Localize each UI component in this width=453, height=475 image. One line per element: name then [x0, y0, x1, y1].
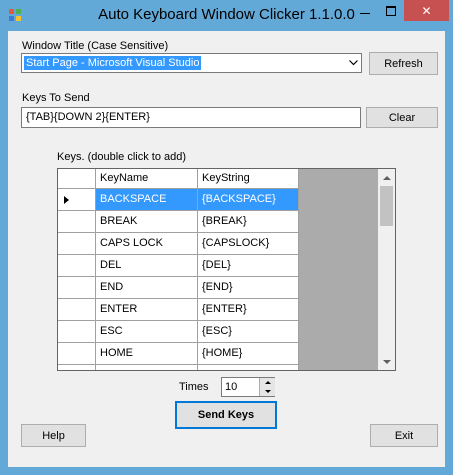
- keystring-cell: [198, 365, 299, 370]
- table-row[interactable]: BACKSPACE {BACKSPACE}: [58, 189, 299, 211]
- keyname-cell[interactable]: HOME: [96, 343, 198, 365]
- increment-button[interactable]: [259, 378, 275, 387]
- table-row[interactable]: ESC {ESC}: [58, 321, 299, 343]
- current-row-pointer-icon: [64, 196, 69, 204]
- keystring-cell[interactable]: {HOME}: [198, 343, 299, 365]
- window-frame-left: [0, 31, 8, 467]
- column-header-keystring[interactable]: KeyString: [198, 169, 299, 189]
- grid-header-row: KeyName KeyString: [58, 169, 299, 189]
- times-numeric-input[interactable]: 10: [221, 377, 275, 397]
- keystring-cell[interactable]: {ESC}: [198, 321, 299, 343]
- keyname-cell[interactable]: END: [96, 277, 198, 299]
- spin-up-icon: [264, 381, 271, 384]
- row-header[interactable]: [58, 189, 96, 211]
- table-row-partial: [58, 365, 299, 370]
- minimize-icon: [360, 13, 370, 14]
- minimize-button[interactable]: [352, 0, 378, 21]
- scroll-up-icon: [382, 175, 391, 180]
- refresh-button[interactable]: Refresh: [369, 52, 438, 75]
- keyname-cell[interactable]: DEL: [96, 255, 198, 277]
- keystring-cell[interactable]: {BACKSPACE}: [198, 189, 299, 211]
- help-button[interactable]: Help: [21, 424, 86, 447]
- keystring-cell[interactable]: {ENTER}: [198, 299, 299, 321]
- keyname-cell[interactable]: BREAK: [96, 211, 198, 233]
- window-title-selected-value: Start Page - Microsoft Visual Studio: [24, 56, 202, 70]
- table-row[interactable]: CAPS LOCK {CAPSLOCK}: [58, 233, 299, 255]
- keyname-cell[interactable]: BACKSPACE: [96, 189, 198, 211]
- keystring-cell[interactable]: {CAPSLOCK}: [198, 233, 299, 255]
- keyname-cell: [96, 365, 198, 370]
- keys-grid-label: Keys. (double click to add): [57, 151, 187, 163]
- times-value[interactable]: 10: [225, 381, 237, 393]
- row-header: [58, 365, 96, 370]
- close-icon: ✕: [421, 3, 432, 18]
- keys-to-send-label: Keys To Send: [22, 92, 90, 104]
- keys-to-send-input[interactable]: {TAB}{DOWN 2}{ENTER}: [21, 107, 361, 128]
- scroll-thumb[interactable]: [380, 186, 393, 226]
- column-header-keyname[interactable]: KeyName: [96, 169, 198, 189]
- scroll-down-icon: [382, 359, 391, 364]
- scroll-up-button[interactable]: [378, 169, 395, 186]
- table-row[interactable]: END {END}: [58, 277, 299, 299]
- row-header[interactable]: [58, 343, 96, 365]
- maximize-button[interactable]: [378, 0, 404, 21]
- keyname-cell[interactable]: ENTER: [96, 299, 198, 321]
- keystring-cell[interactable]: {END}: [198, 277, 299, 299]
- row-header[interactable]: [58, 299, 96, 321]
- decrement-button[interactable]: [259, 387, 275, 396]
- row-header[interactable]: [58, 255, 96, 277]
- row-header[interactable]: [58, 321, 96, 343]
- keystring-cell[interactable]: {DEL}: [198, 255, 299, 277]
- table-row[interactable]: ENTER {ENTER}: [58, 299, 299, 321]
- table-row[interactable]: DEL {DEL}: [58, 255, 299, 277]
- close-button[interactable]: ✕: [404, 0, 449, 21]
- keystring-cell[interactable]: {BREAK}: [198, 211, 299, 233]
- spin-down-icon: [264, 390, 271, 393]
- maximize-icon: [386, 5, 396, 16]
- send-keys-button[interactable]: Send Keys: [175, 401, 277, 429]
- vertical-scrollbar[interactable]: [378, 169, 395, 370]
- table-row[interactable]: HOME {HOME}: [58, 343, 299, 365]
- window-title-label: Window Title (Case Sensitive): [22, 40, 169, 52]
- window-frame-right: [445, 31, 453, 467]
- table-row[interactable]: BREAK {BREAK}: [58, 211, 299, 233]
- keyname-cell[interactable]: CAPS LOCK: [96, 233, 198, 255]
- keyname-cell[interactable]: ESC: [96, 321, 198, 343]
- chevron-down-icon[interactable]: [346, 55, 360, 71]
- times-label: Times: [179, 381, 209, 393]
- window-title-combobox[interactable]: Start Page - Microsoft Visual Studio: [21, 53, 362, 73]
- clear-button[interactable]: Clear: [366, 107, 438, 128]
- grid-corner-header: [58, 169, 96, 189]
- row-header[interactable]: [58, 211, 96, 233]
- keys-grid[interactable]: KeyName KeyString BACKSPACE {BACKSPACE} …: [57, 168, 396, 371]
- scroll-down-button[interactable]: [378, 353, 395, 370]
- exit-button[interactable]: Exit: [370, 424, 438, 447]
- row-header[interactable]: [58, 233, 96, 255]
- window-frame-bottom: [0, 467, 453, 475]
- row-header[interactable]: [58, 277, 96, 299]
